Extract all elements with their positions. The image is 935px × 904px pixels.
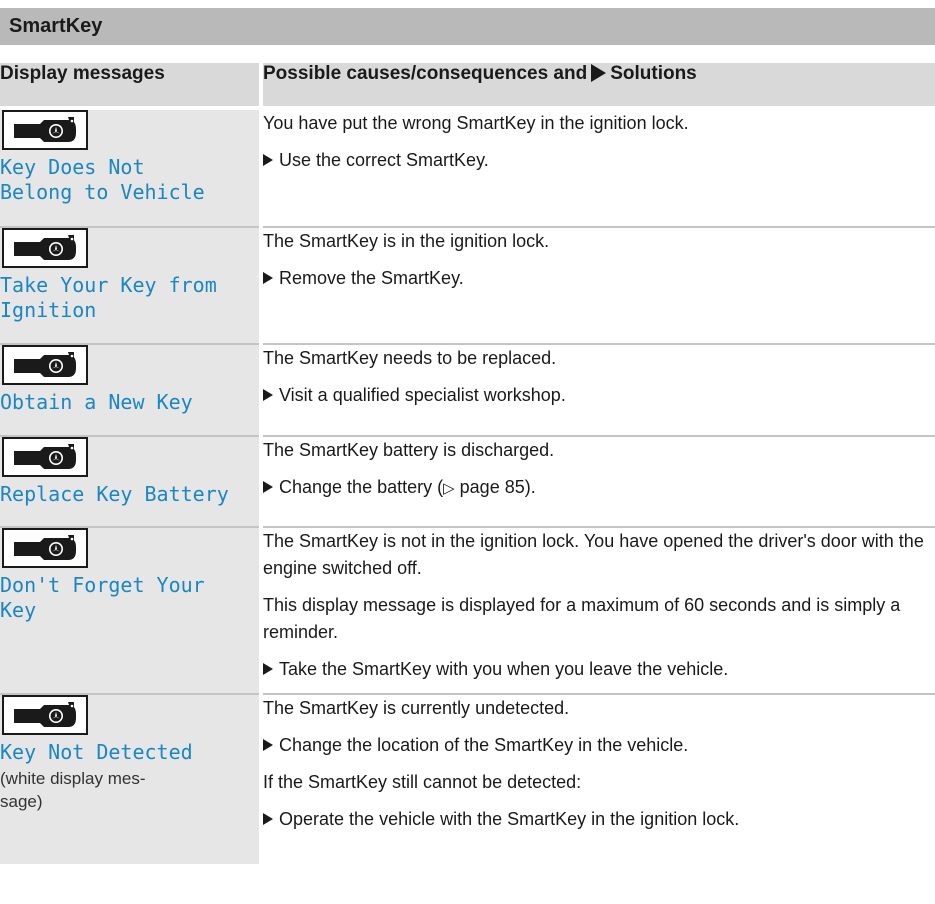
- solution-step: Change the battery (▷ page 85).: [263, 474, 935, 502]
- display-message-text: Key Does Not Belong to Vehicle: [0, 155, 205, 204]
- cause-text: The SmartKey is currently undetected.: [263, 698, 570, 718]
- table-row: Replace Key Battery The SmartKey battery…: [0, 436, 935, 528]
- table-header-row: Display messages Possible causes/consequ…: [0, 63, 935, 110]
- solution-text: Use the correct SmartKey.: [279, 150, 489, 170]
- solution-text: Change the location of the SmartKey in t…: [279, 735, 689, 755]
- display-messages-table: Display messages Possible causes/consequ…: [0, 63, 935, 864]
- cause-text: This display message is displayed for a …: [263, 595, 901, 642]
- table-row: Take Your Key from Ignition The SmartKey…: [0, 227, 935, 345]
- table-row: Obtain a New Key The SmartKey needs to b…: [0, 344, 935, 437]
- step-arrow-icon: [263, 481, 273, 493]
- solution-step: Remove the SmartKey.: [263, 265, 935, 292]
- smartkey-icon: [2, 345, 88, 385]
- column-header-causes-solutions: Possible causes/consequences and Solution…: [261, 63, 935, 110]
- solution-text-after: page 85).: [454, 477, 536, 497]
- table-row: Key Does Not Belong to Vehicle You have …: [0, 108, 935, 228]
- solution-arrow-icon: [591, 64, 607, 82]
- solution-step: Operate the vehicle with the SmartKey in…: [263, 806, 935, 833]
- cause-text: The SmartKey is in the ignition lock.: [263, 231, 550, 251]
- smartkey-icon: [2, 437, 88, 477]
- display-message-text: Take Your Key from Ignition: [0, 273, 217, 322]
- display-message-cell: Don't Forget Your Key: [0, 527, 263, 695]
- causes-solutions-cell: The SmartKey is currently undetected. Ch…: [261, 694, 935, 864]
- solution-text: Operate the vehicle with the SmartKey in…: [279, 809, 740, 829]
- cause-text: The SmartKey battery is discharged.: [263, 440, 555, 460]
- display-message-cell: Replace Key Battery: [0, 436, 263, 528]
- step-arrow-icon: [263, 272, 273, 284]
- section-title: SmartKey: [0, 8, 935, 45]
- page-reference-arrow[interactable]: ▷: [443, 480, 455, 497]
- solution-step: Visit a qualified specialist workshop.: [263, 382, 935, 409]
- causes-solutions-cell: The SmartKey battery is discharged. Chan…: [261, 436, 935, 528]
- display-message-text: Obtain a New Key: [0, 390, 193, 414]
- causes-solutions-cell: The SmartKey is in the ignition lock. Re…: [261, 227, 935, 345]
- display-message-cell: Key Does Not Belong to Vehicle: [0, 108, 263, 228]
- smartkey-icon: [2, 110, 88, 150]
- step-arrow-icon: [263, 813, 273, 825]
- solution-text: Remove the SmartKey.: [279, 268, 464, 288]
- cause-text: The SmartKey needs to be replaced.: [263, 348, 557, 368]
- display-message-note: (white display mes- sage): [0, 769, 146, 811]
- display-message-cell: Key Not Detected (white display mes- sag…: [0, 694, 263, 864]
- display-message-cell: Take Your Key from Ignition: [0, 227, 263, 345]
- display-message-text: Don't Forget Your Key: [0, 573, 205, 622]
- smartkey-icon: [2, 695, 88, 735]
- solution-text: Take the SmartKey with you when you leav…: [279, 659, 729, 679]
- solution-step: Change the location of the SmartKey in t…: [263, 732, 935, 759]
- cause-text: You have put the wrong SmartKey in the i…: [263, 113, 689, 133]
- step-arrow-icon: [263, 154, 273, 166]
- header-solutions-text: Solutions: [610, 63, 697, 84]
- step-arrow-icon: [263, 663, 273, 675]
- solution-step: Use the correct SmartKey.: [263, 147, 935, 174]
- causes-solutions-cell: You have put the wrong SmartKey in the i…: [261, 108, 935, 228]
- table-row: Don't Forget Your Key The SmartKey is no…: [0, 527, 935, 695]
- step-arrow-icon: [263, 739, 273, 751]
- step-arrow-icon: [263, 389, 273, 401]
- solution-text-before: Change the battery (: [279, 477, 444, 497]
- smartkey-icon: [2, 528, 88, 568]
- display-message-text: Replace Key Battery: [0, 482, 229, 506]
- solution-step: Take the SmartKey with you when you leav…: [263, 656, 935, 683]
- cause-text: If the SmartKey still cannot be detected…: [263, 772, 582, 792]
- page: SmartKey Display messages Possible cause…: [0, 0, 935, 904]
- column-header-display-messages: Display messages: [0, 63, 263, 110]
- causes-solutions-cell: The SmartKey needs to be replaced. Visit…: [261, 344, 935, 437]
- display-message-text: Key Not Detected: [0, 740, 193, 764]
- table-row: Key Not Detected (white display mes- sag…: [0, 694, 935, 864]
- smartkey-icon: [2, 228, 88, 268]
- causes-solutions-cell: The SmartKey is not in the ignition lock…: [261, 527, 935, 695]
- cause-text: The SmartKey is not in the ignition lock…: [263, 531, 924, 578]
- solution-text: Visit a qualified specialist workshop.: [279, 385, 566, 405]
- display-message-cell: Obtain a New Key: [0, 344, 263, 437]
- header-causes-text: Possible causes/consequences and: [263, 63, 588, 84]
